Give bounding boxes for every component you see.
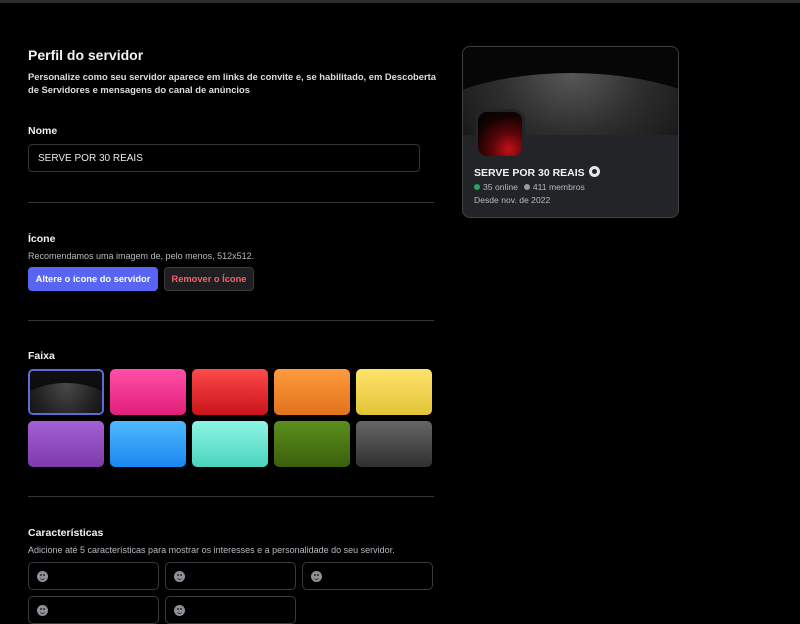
banner-swatch-yellow[interactable] xyxy=(356,369,432,415)
icon-label: Ícone xyxy=(28,233,56,245)
banner-swatch-dark[interactable] xyxy=(28,369,104,415)
trait-input[interactable] xyxy=(302,562,433,590)
traits-hint: Adicione até 5 características para most… xyxy=(28,545,395,555)
trait-input[interactable] xyxy=(28,562,159,590)
banner-label: Faixa xyxy=(28,350,55,362)
online-count: 35 online xyxy=(483,182,518,192)
page-title: Perfil do servidor xyxy=(28,47,144,63)
server-icon xyxy=(475,109,525,159)
preview-server-name-text: SERVE POR 30 REAIS xyxy=(474,167,585,179)
online-dot-icon xyxy=(474,184,480,190)
trait-input[interactable] xyxy=(28,596,159,624)
preview-stats: 35 online 411 membros xyxy=(474,182,585,192)
banner-swatch-green[interactable] xyxy=(274,421,350,467)
banner-swatch-pink[interactable] xyxy=(110,369,186,415)
divider xyxy=(28,202,434,203)
members-dot-icon xyxy=(523,184,530,190)
preview-since: Desde nov. de 2022 xyxy=(474,195,551,205)
server-name-input[interactable] xyxy=(28,144,420,172)
emoji-smile-icon[interactable] xyxy=(37,605,48,616)
banner-swatch-orange[interactable] xyxy=(274,369,350,415)
divider xyxy=(28,496,434,497)
gear-icon xyxy=(588,166,600,177)
page-description: Personalize como seu servidor aparece em… xyxy=(28,71,436,95)
server-preview-card: SERVE POR 30 REAIS 35 online 411 membros … xyxy=(462,46,679,218)
member-count: 411 membros xyxy=(532,182,585,192)
emoji-smile-icon[interactable] xyxy=(174,605,185,616)
emoji-smile-icon[interactable] xyxy=(311,571,322,582)
banner-swatch-purple[interactable] xyxy=(28,421,104,467)
banner-swatch-blue[interactable] xyxy=(110,421,186,467)
banner-swatch-gray[interactable] xyxy=(356,421,432,467)
divider xyxy=(28,320,434,321)
emoji-smile-icon[interactable] xyxy=(37,571,48,582)
banner-swatch-teal[interactable] xyxy=(192,421,268,467)
trait-input[interactable] xyxy=(165,596,296,624)
preview-server-name: SERVE POR 30 REAIS xyxy=(474,166,600,179)
remove-icon-button[interactable]: Remover o Ícone xyxy=(164,267,254,291)
traits-label: Características xyxy=(28,527,104,539)
emoji-smile-icon[interactable] xyxy=(174,571,185,582)
name-label: Nome xyxy=(28,125,58,137)
trait-input[interactable] xyxy=(165,562,296,590)
change-icon-button[interactable]: Altere o ícone do servidor xyxy=(28,267,158,291)
icon-hint: Recomendamos uma imagem de, pelo menos, … xyxy=(28,251,255,261)
banner-swatch-red[interactable] xyxy=(192,369,268,415)
window-top-bar xyxy=(0,0,800,3)
